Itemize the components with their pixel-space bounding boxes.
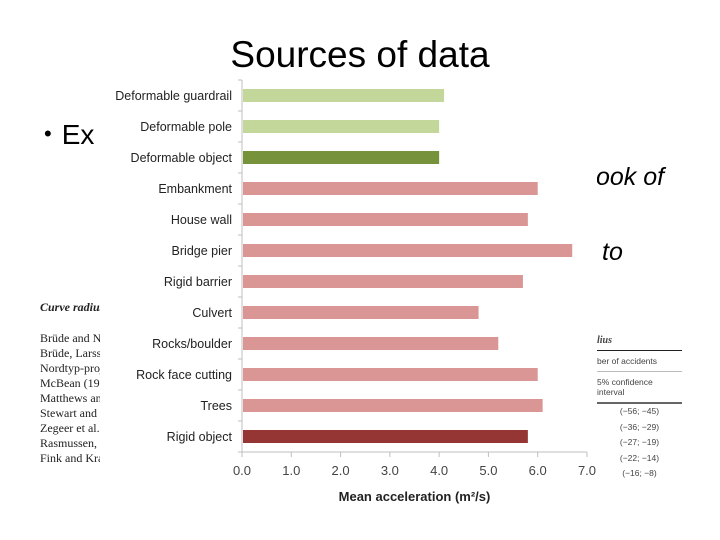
table-rows: (−56; −45) (−36; −29) (−27; −19) (−22; −14)… <box>597 404 682 485</box>
bar <box>243 337 499 350</box>
category-label: Deformable object <box>131 151 233 165</box>
category-label: Rocks/boulder <box>152 337 232 351</box>
x-tick-label: 7.0 <box>578 463 596 478</box>
table-excerpt: lius ber of accidents 5% confidence inte… <box>597 335 682 485</box>
bullet-item: • Ex <box>44 119 94 151</box>
table-cell: (−27; −19) <box>619 437 660 447</box>
x-tick-label: 3.0 <box>381 463 399 478</box>
bar <box>243 244 573 257</box>
category-label: Rigid barrier <box>164 275 232 289</box>
x-tick-label: 0.0 <box>233 463 251 478</box>
bullet-text: Ex <box>61 119 95 150</box>
sub-item-2-end: to <box>602 238 623 266</box>
table-cell: (−22; −14) <box>619 452 660 463</box>
bar <box>243 182 538 195</box>
bar <box>243 430 528 443</box>
slide-title: Sources of data <box>230 34 490 75</box>
table-col-header-2: 5% confidence interval <box>597 372 682 404</box>
x-tick-label: 5.0 <box>479 463 497 478</box>
table-cell: (−16; −8) <box>622 468 657 478</box>
bar <box>243 368 538 381</box>
category-label: Embankment <box>158 182 232 196</box>
category-label: Culvert <box>192 306 232 320</box>
x-tick-label: 4.0 <box>430 463 448 478</box>
table-cell: (−36; −29) <box>619 421 660 432</box>
bar <box>243 399 543 412</box>
table-cell: (−5; +5) <box>597 482 682 486</box>
x-tick-label: 2.0 <box>332 463 350 478</box>
category-label: Trees <box>201 399 233 413</box>
bar-chart: Deformable guardrail Deformable pole Defor… <box>115 79 596 504</box>
chart-panel: Deformable guardrail Deformable pole Defor… <box>100 72 597 514</box>
category-label: Bridge pier <box>172 244 232 258</box>
bullet-dot-icon: • <box>44 121 52 146</box>
x-tick-label: 1.0 <box>282 463 300 478</box>
category-label: Rock face cutting <box>136 368 232 382</box>
category-label: Deformable guardrail <box>115 89 232 103</box>
table-col-header-1: ber of accidents <box>597 351 682 372</box>
table-heading: lius <box>597 335 682 351</box>
x-tick-label: 6.0 <box>529 463 547 478</box>
category-label: Rigid object <box>167 430 233 444</box>
sub-item-1-end: ook of <box>596 163 665 191</box>
table-cell: (−56; −45) <box>619 406 660 416</box>
x-axis-title: Mean acceleration (m²/s) <box>339 489 491 504</box>
category-label: House wall <box>171 213 232 227</box>
bar <box>243 120 440 133</box>
category-label: Deformable pole <box>140 120 232 134</box>
bar <box>243 275 523 288</box>
bar <box>243 89 445 102</box>
bar <box>243 213 528 226</box>
bar <box>243 151 440 164</box>
bar <box>243 306 479 319</box>
